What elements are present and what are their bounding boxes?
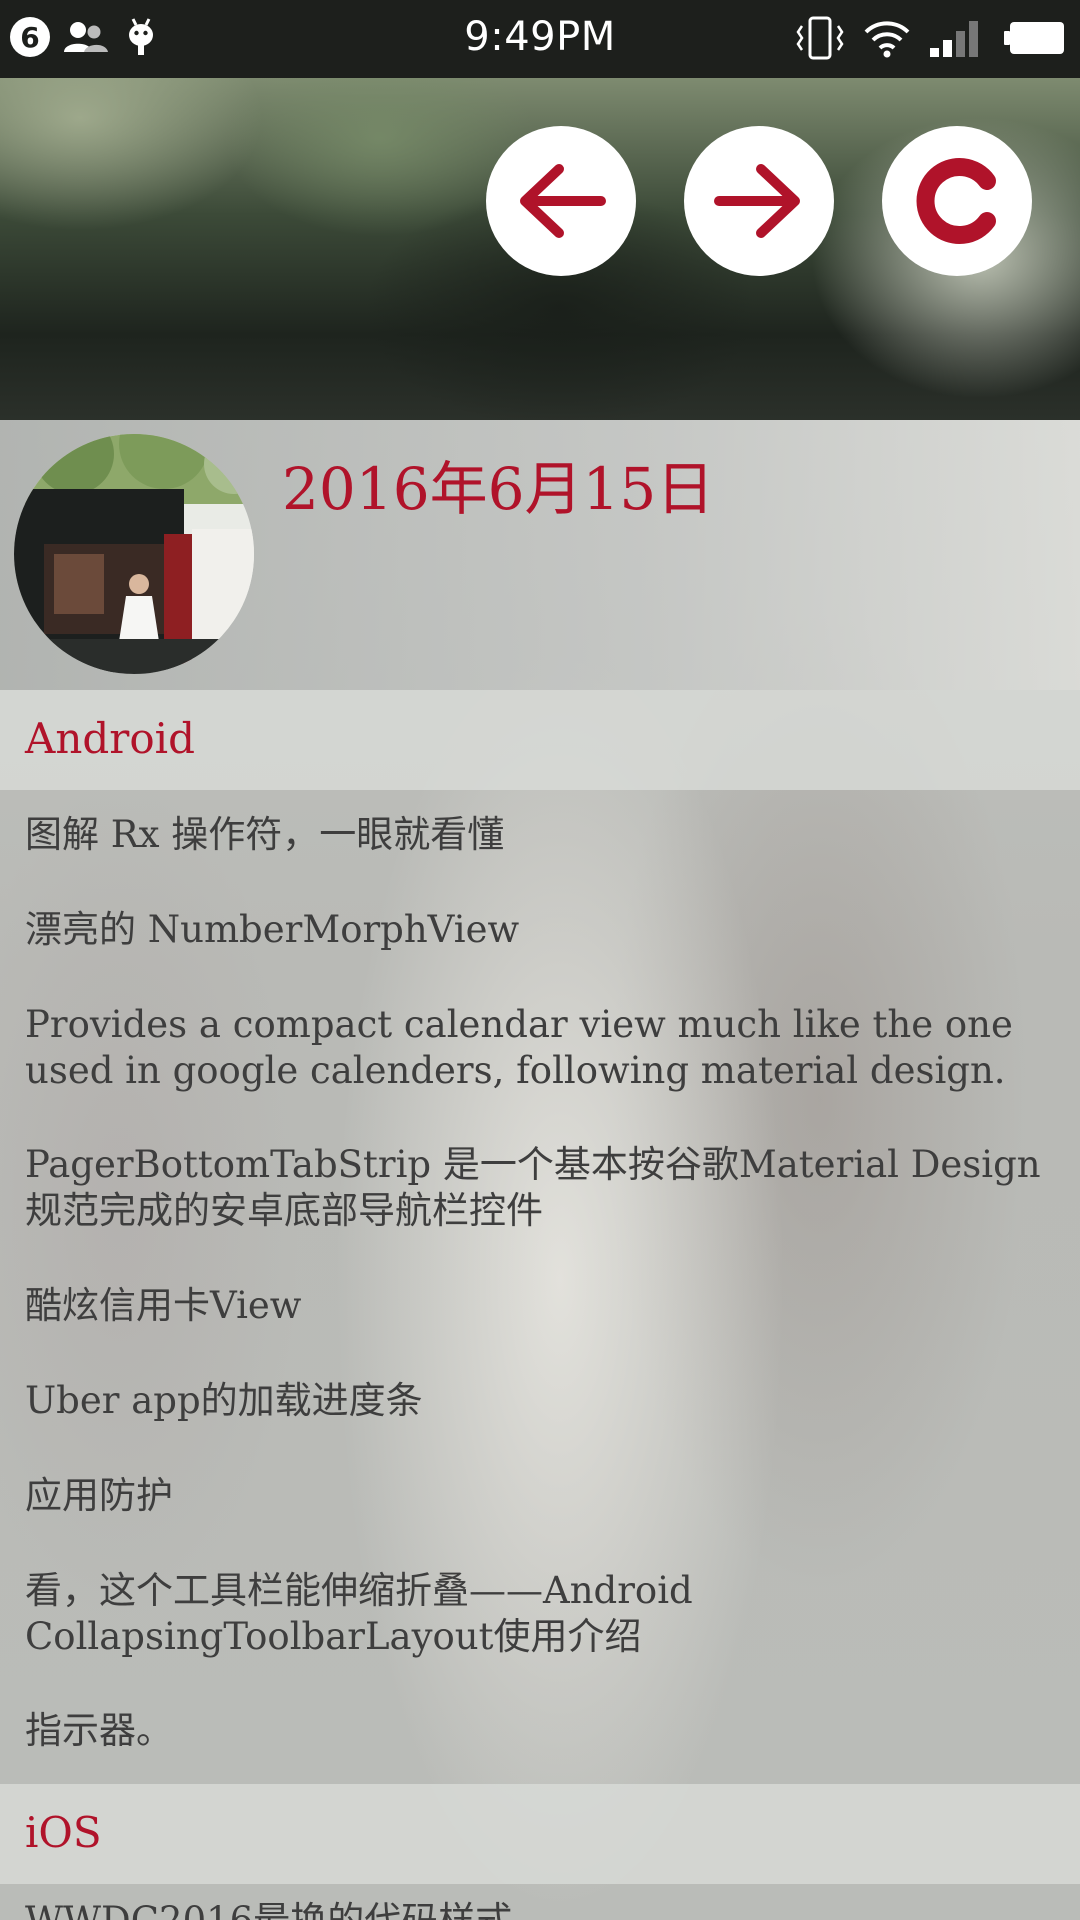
list-item[interactable]: PagerBottomTabStrip 是一个基本按谷歌Material Des…: [25, 1142, 1055, 1234]
list-item[interactable]: 看，这个工具栏能伸缩折叠——Android CollapsingToolbarL…: [25, 1568, 825, 1660]
list-item[interactable]: 指示器。: [25, 1708, 1055, 1754]
category-title: Android: [25, 714, 195, 763]
list-item[interactable]: 漂亮的 NumberMorphView: [25, 907, 1055, 953]
vibrate-icon: [796, 16, 844, 60]
signal-icon: [930, 21, 978, 57]
list-item[interactable]: Uber app的加载进度条: [25, 1378, 1055, 1424]
category-title: iOS: [25, 1808, 102, 1857]
refresh-icon: [916, 158, 996, 244]
battery-icon: [1004, 22, 1064, 54]
list-item[interactable]: Provides a compact calendar view much li…: [25, 1002, 1055, 1094]
arrow-left-icon: [520, 164, 606, 238]
date-title: 2016年6月15日: [282, 455, 715, 523]
arrow-right-icon: [714, 164, 800, 238]
header-banner: [0, 78, 1080, 420]
day-info-row: 2016年6月15日: [0, 420, 1080, 690]
status-right: [794, 16, 1066, 60]
avatar[interactable]: [14, 434, 254, 674]
list-item[interactable]: 酷炫信用卡View: [25, 1283, 1055, 1329]
back-button[interactable]: [486, 126, 636, 276]
list-item[interactable]: 应用防护: [25, 1473, 1055, 1519]
day-photo: [14, 434, 254, 674]
article-list-android: 图解 Rx 操作符，一眼就看懂 漂亮的 NumberMorphView Prov…: [0, 790, 1080, 1784]
category-header-android: Android: [0, 690, 1080, 790]
wifi-icon: [864, 21, 910, 58]
list-item[interactable]: 图解 Rx 操作符，一眼就看懂: [25, 812, 1055, 858]
screen: 6 9:49PM 2016年6月15日 Android 图解 Rx 操作符，一眼…: [0, 0, 1080, 1920]
forward-button[interactable]: [684, 126, 834, 276]
list-item[interactable]: WWDC2016最换的代码样式: [25, 1898, 512, 1920]
refresh-button[interactable]: [882, 126, 1032, 276]
status-bar: 6 9:49PM: [0, 0, 1080, 78]
category-header-ios: iOS: [0, 1784, 1080, 1884]
